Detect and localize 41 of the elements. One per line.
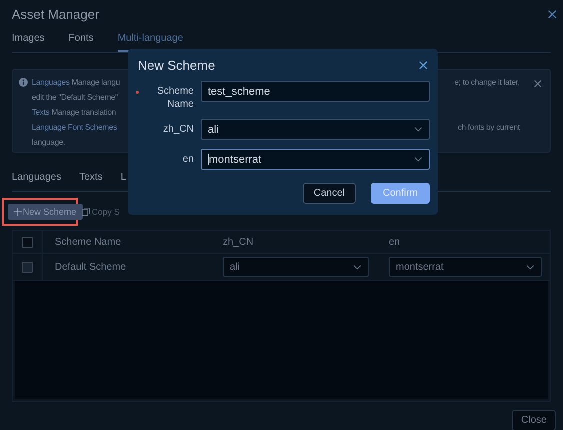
- info-text: e; to change it later,: [454, 77, 520, 89]
- info-text: Language Font Schemes: [32, 122, 118, 134]
- chevron-icon: [526, 264, 535, 270]
- copy-icon: [82, 208, 90, 216]
- close-button[interactable]: Close: [512, 410, 556, 430]
- column-header: zh_CN: [222, 236, 255, 248]
- info-text: ch fonts by current: [458, 122, 520, 134]
- info-text: edit the "Default Scheme": [32, 92, 118, 104]
- select-field[interactable]: ali: [223, 257, 369, 277]
- field-label: en: [182, 153, 195, 166]
- select-field[interactable]: montserrat: [201, 149, 430, 170]
- tab[interactable]: Texts: [80, 167, 103, 191]
- info-icon: [19, 78, 28, 87]
- select-field[interactable]: montserrat: [389, 257, 542, 277]
- required-mark: [136, 90, 139, 94]
- dialog-title: New Scheme: [138, 58, 216, 72]
- close-icon[interactable]: [534, 80, 542, 88]
- info-text: language.: [32, 137, 66, 149]
- close-icon[interactable]: [419, 60, 428, 70]
- field-label: zh_CN: [162, 123, 195, 136]
- table-cell-text: Default Scheme: [54, 262, 128, 272]
- info-text: Languages Manage langu: [32, 77, 120, 89]
- cancel-button[interactable]: Cancel: [302, 183, 356, 204]
- column-header: en: [388, 236, 402, 248]
- chevron-icon: [414, 127, 423, 132]
- close-icon[interactable]: [548, 10, 557, 18]
- chevron-icon: [414, 157, 423, 162]
- window-title: Asset Manager: [12, 6, 100, 22]
- field-label: Scheme Name: [156, 85, 195, 111]
- chevron-icon: [353, 264, 362, 270]
- checkbox[interactable]: [22, 262, 33, 272]
- tab[interactable]: L: [120, 167, 126, 191]
- tab[interactable]: Languages: [12, 167, 62, 191]
- column-header: Scheme Name: [54, 236, 122, 248]
- input-field[interactable]: test_scheme: [201, 81, 430, 102]
- tab[interactable]: Fonts: [68, 28, 94, 52]
- select-field[interactable]: ali: [201, 119, 430, 140]
- plus-icon: [14, 208, 22, 216]
- info-text: Texts Manage translation: [32, 107, 116, 119]
- tab[interactable]: Images: [12, 28, 45, 52]
- checkbox[interactable]: [22, 236, 33, 248]
